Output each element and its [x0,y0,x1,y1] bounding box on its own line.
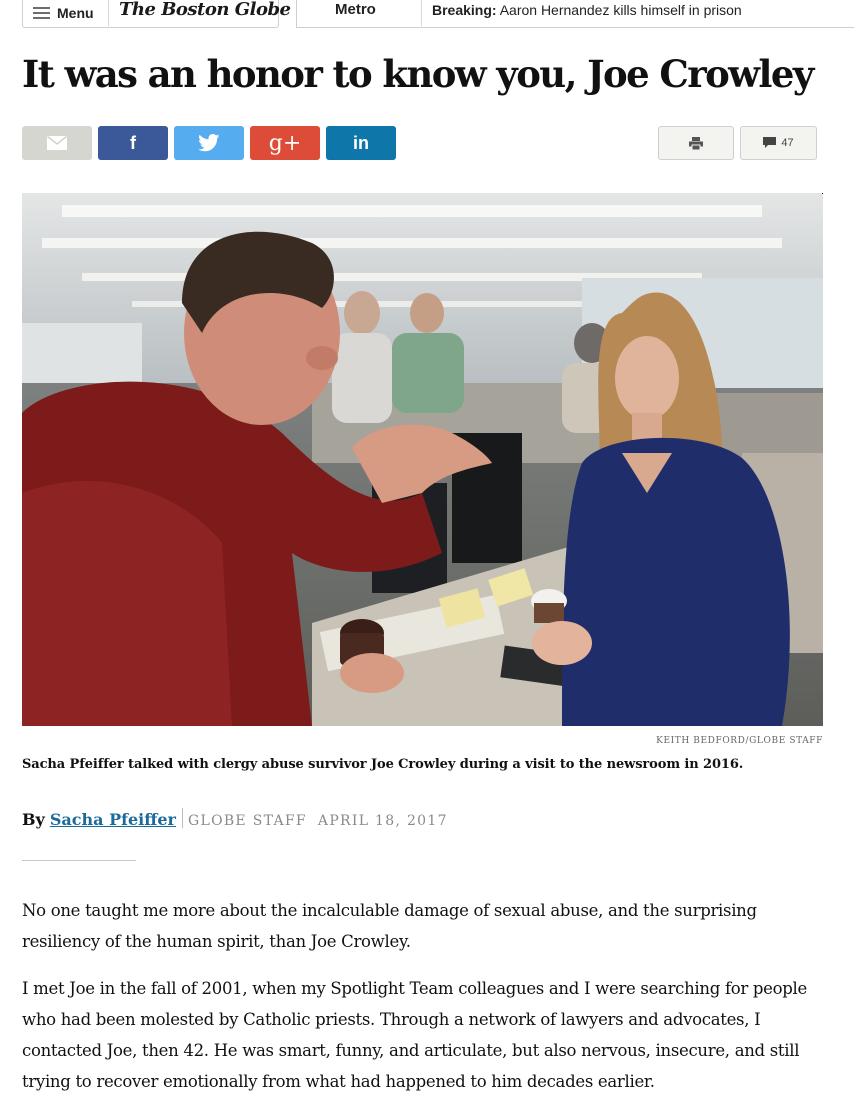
googleplus-icon: g+ [268,130,302,156]
share-linkedin-button[interactable]: in [326,126,396,160]
author-affiliation: GLOBE STAFF [187,813,307,829]
share-googleplus-button[interactable]: g+ [250,126,320,160]
speech-bubble-icon [763,137,777,148]
photo-caption: Sacha Pfeiffer talked with clergy abuse … [22,757,744,772]
hamburger-icon [33,7,50,19]
comments-button[interactable]: 47 [740,126,817,160]
breaking-text: Aaron Hernandez kills himself in prison [499,2,742,18]
section-link-metro[interactable]: Metro [335,0,376,22]
menu-button[interactable]: Menu [33,0,94,26]
publish-date: APRIL 18, 2017 [317,813,448,829]
author-link[interactable]: Sacha Pfeiffer [50,810,176,829]
top-navigation: Menu The Boston Globe Metro Breaking: Aa… [0,0,854,30]
article-headline: It was an honor to know you, Joe Crowley [22,52,814,96]
facebook-icon: f [130,132,136,153]
newsroom-photo-illustration [22,193,823,726]
nav-divider [421,0,422,26]
breaking-news-link[interactable]: Breaking: Aaron Hernandez kills himself … [432,0,742,22]
byline-prefix: By [22,810,45,829]
envelope-icon [47,136,67,150]
byline-divider [181,808,183,828]
photo-credit: KEITH BEDFORD/GLOBE STAFF [656,736,823,746]
printer-icon [689,136,703,150]
nav-left-box: Menu The Boston Globe [22,0,291,28]
nav-divider [108,0,109,26]
article-photo[interactable] [22,193,823,726]
boston-globe-logo[interactable]: The Boston Globe [119,0,291,24]
paragraph: No one taught me more about the incalcul… [22,901,757,951]
byline-rule [22,860,136,861]
nav-right-box: Metro Breaking: Aaron Hernandez kills hi… [296,0,854,28]
print-button[interactable] [658,126,734,160]
share-email-button[interactable] [22,126,92,160]
linkedin-icon: in [353,132,369,153]
share-twitter-button[interactable] [174,126,244,160]
share-facebook-button[interactable]: f [98,126,168,160]
breaking-label: Breaking: [432,2,497,18]
article-body: No one taught me more about the incalcul… [22,895,832,1106]
paragraph: I met Joe in the fall of 2001, when my S… [22,979,807,1091]
menu-label: Menu [57,5,94,21]
byline: By Sacha Pfeiffer GLOBE STAFF APRIL 18, … [22,805,448,829]
twitter-bird-icon [198,134,220,152]
article-page: Menu The Boston Globe Metro Breaking: Aa… [0,0,854,1106]
comment-count: 47 [781,137,794,149]
